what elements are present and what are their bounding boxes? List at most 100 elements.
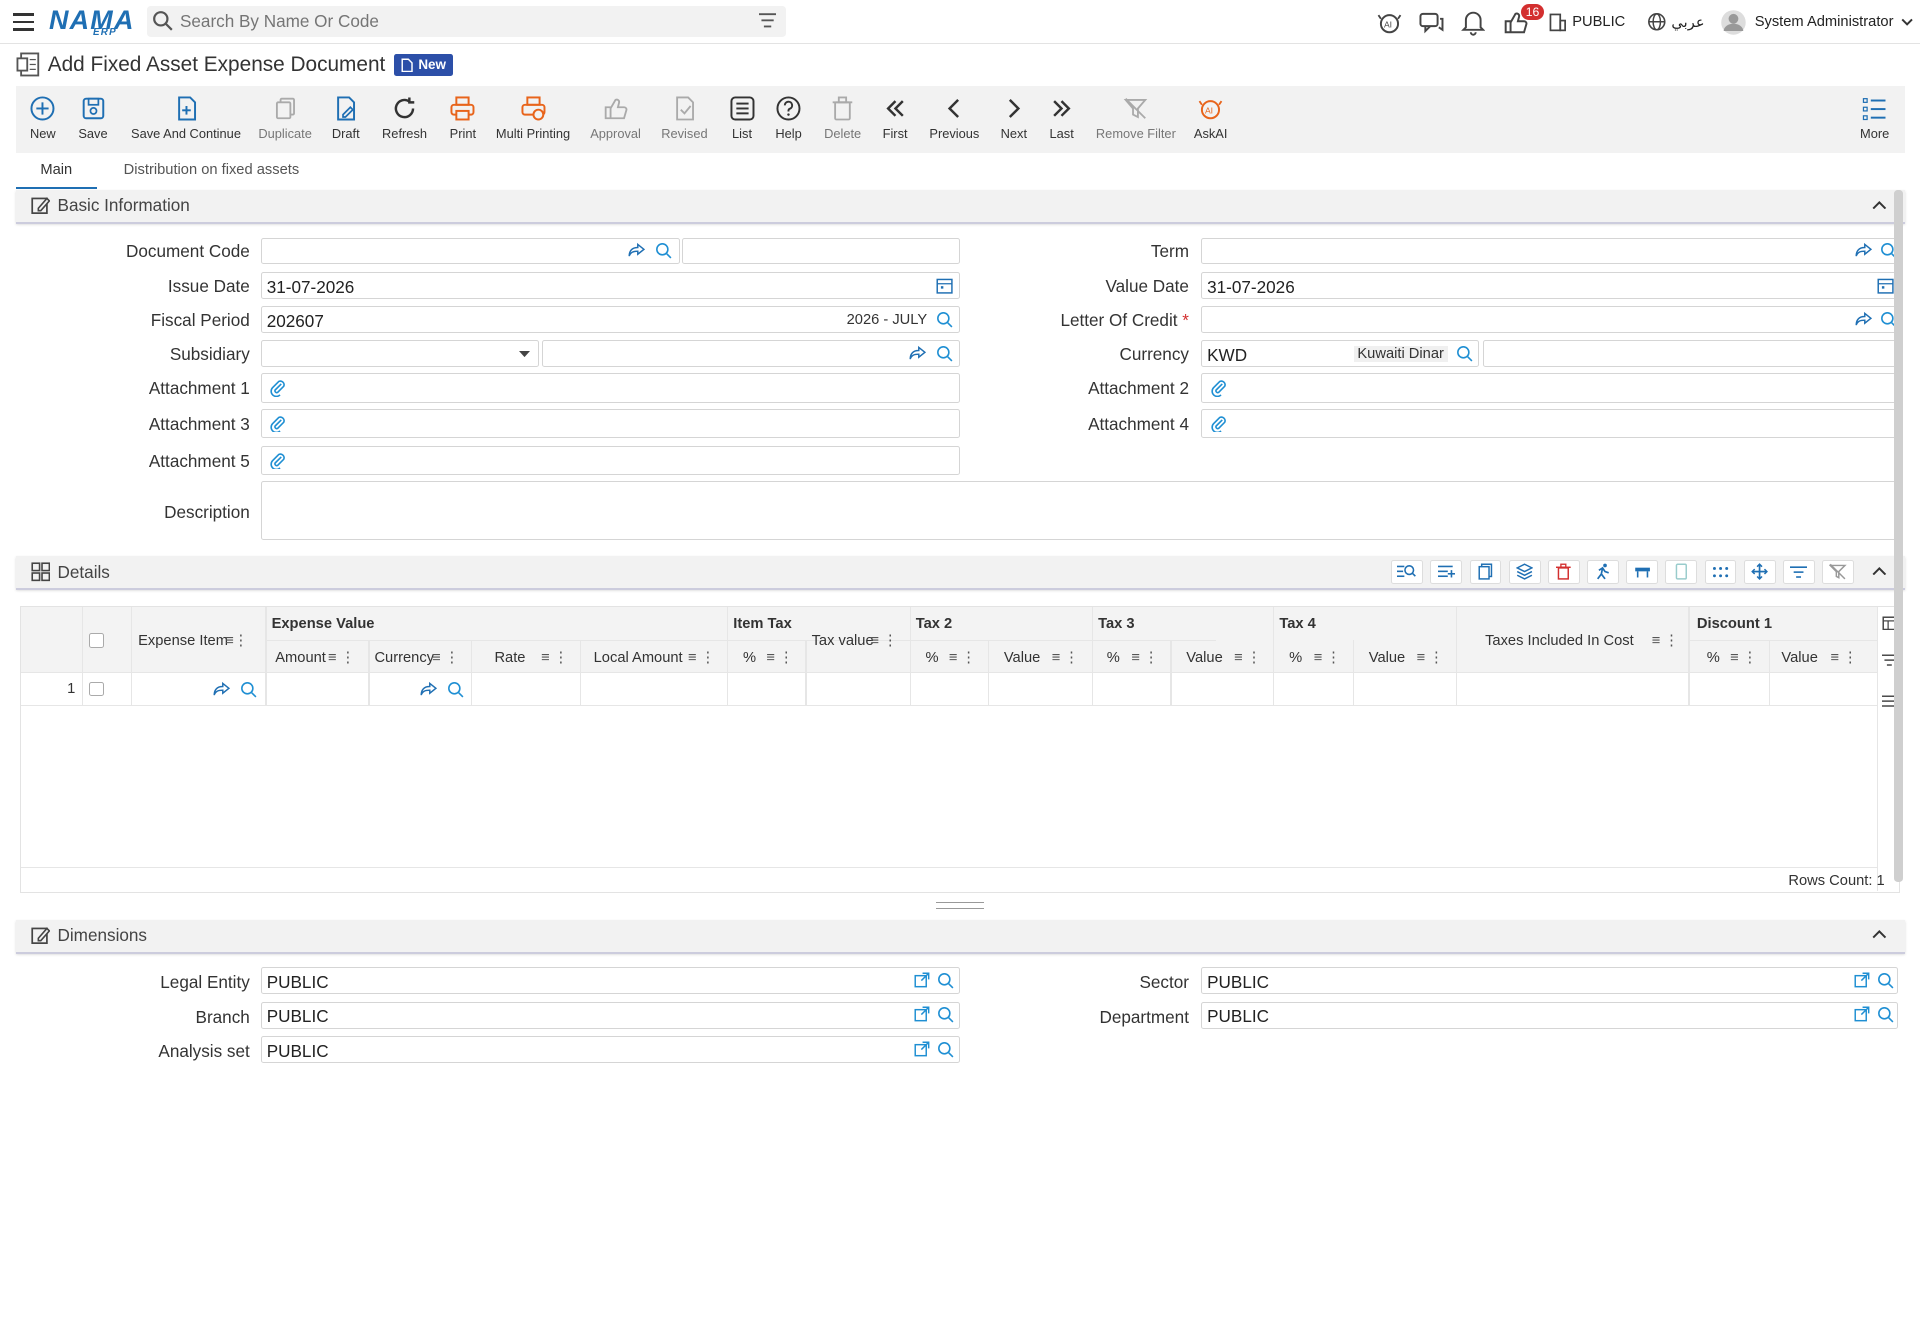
sector-input[interactable]: PUBLIC [1201,967,1898,995]
filter-icon[interactable]: ≡ ⋮ [1417,649,1444,666]
dots-grid-button[interactable] [1704,559,1737,585]
lookup-icon[interactable] [240,681,257,698]
company-selector[interactable]: PUBLIC [1548,0,1625,44]
letter-of-credit-input[interactable] [1201,306,1898,334]
approval-button[interactable]: Approval [590,95,641,141]
subsidiary-desc-input[interactable] [542,340,960,368]
draft-button[interactable]: Draft [332,95,360,141]
move-button[interactable] [1743,559,1776,585]
language-switch[interactable]: عربي [1647,0,1705,44]
print-button[interactable]: Print [449,95,476,141]
last-button[interactable]: Last [1048,95,1075,141]
details-header[interactable]: Details [15,555,1906,591]
basic-information-header[interactable]: Basic Information [15,189,1906,225]
currency-input[interactable]: KWD Kuwaiti Dinar [1201,340,1480,368]
next-button[interactable]: Next [1000,95,1027,141]
chevron-up-icon[interactable] [1872,200,1887,210]
delete-row-button[interactable] [1547,559,1580,585]
share-icon[interactable] [1855,311,1873,328]
chevron-up-icon[interactable] [1872,566,1887,576]
filter-icon[interactable] [759,13,777,28]
chat-icon[interactable] [1418,0,1445,44]
col-item-tax-pct[interactable]: % [743,650,756,666]
resize-handle[interactable] [935,902,985,909]
askai-button[interactable]: AI AskAI [1194,95,1227,141]
expand-columns-button[interactable] [1665,559,1698,585]
run-button[interactable] [1587,559,1619,585]
share-icon[interactable] [909,345,926,362]
document-code-input[interactable] [260,237,680,265]
description-textarea[interactable] [260,481,1898,540]
help-button[interactable]: Help [775,95,802,141]
lookup-icon[interactable] [1877,1006,1894,1023]
external-link-icon[interactable] [1854,1006,1870,1022]
legal-entity-input[interactable]: PUBLIC [260,967,960,995]
tab-main[interactable]: Main [15,157,97,189]
select-all-checkbox[interactable] [89,632,104,648]
filter-icon[interactable]: ≡ ⋮ [688,649,715,666]
paperclip-icon[interactable] [1210,415,1227,432]
attachment-1-input[interactable] [260,373,960,403]
col-tax2-value[interactable]: Value [1004,650,1040,666]
filter-icon[interactable]: ≡ ⋮ [766,649,793,666]
share-icon[interactable] [628,242,646,259]
row-checkbox[interactable] [89,681,104,697]
analysis-set-input[interactable]: PUBLIC [260,1035,960,1063]
col-tax3-value[interactable]: Value [1186,650,1222,666]
calendar-icon[interactable] [1877,277,1895,294]
branch-input[interactable]: PUBLIC [260,1001,960,1029]
col-tax3-pct[interactable]: % [1107,650,1120,666]
scrollbar[interactable] [1894,189,1903,882]
dimensions-header[interactable]: Dimensions [15,919,1906,954]
more-button[interactable]: More [1860,95,1889,141]
paperclip-icon[interactable] [269,452,286,469]
lookup-icon[interactable] [655,242,672,259]
filter-grid-button[interactable] [1782,559,1815,585]
remove-filter-button[interactable]: Remove Filter [1096,95,1176,141]
clear-filter-button[interactable] [1822,559,1854,585]
col-expense-item[interactable]: Expense Item [138,633,228,649]
lookup-icon[interactable] [937,1041,954,1058]
copy-row-button[interactable] [1469,559,1502,585]
filter-icon[interactable]: ≡ ⋮ [541,649,568,666]
filter-icon[interactable]: ≡ ⋮ [1052,649,1079,666]
filter-icon[interactable]: ≡ ⋮ [1234,649,1261,666]
external-link-icon[interactable] [914,1006,930,1022]
col-currency[interactable]: Currency [374,650,434,666]
col-amount[interactable]: Amount [275,650,326,666]
attachment-4-input[interactable] [1201,408,1898,439]
lookup-icon[interactable] [447,681,464,698]
filter-icon[interactable]: ≡ ⋮ [328,649,355,666]
save-button[interactable]: Save [78,95,108,141]
col-discount1-pct[interactable]: % [1707,650,1720,666]
share-icon[interactable] [1855,242,1873,259]
previous-button[interactable]: Previous [929,95,979,141]
multi-printing-button[interactable]: Multi Printing [496,95,570,141]
table-row[interactable]: 1 [21,673,1877,705]
filter-icon[interactable]: ≡⋮ [225,632,248,649]
term-input[interactable] [1201,237,1898,265]
col-tax2-pct[interactable]: % [925,650,938,666]
issue-date-input[interactable]: 31-07-2026 [260,271,960,299]
value-date-input[interactable]: 31-07-2026 [1201,271,1898,299]
table-button[interactable] [1626,559,1659,585]
department-input[interactable]: PUBLIC [1201,1001,1898,1029]
filter-icon[interactable]: ≡ ⋮ [1131,649,1158,666]
lookup-icon[interactable] [1456,345,1473,362]
filter-icon[interactable]: ≡ ⋮ [432,649,459,666]
attachment-2-input[interactable] [1201,373,1898,403]
chevron-up-icon[interactable] [1872,929,1887,939]
fiscal-period-input[interactable]: 202607 2026 - JULY [260,306,960,334]
ai-assistant-icon[interactable]: AI [1376,0,1403,44]
attachment-5-input[interactable] [260,445,960,476]
lookup-icon[interactable] [1877,972,1894,989]
filter-icon[interactable]: ≡ ⋮ [870,632,897,649]
app-logo[interactable]: NAMA ERP [49,5,135,38]
col-taxes-included[interactable]: Taxes Included In Cost [1485,633,1634,649]
add-row-button[interactable] [1430,559,1463,585]
search-input[interactable] [179,10,744,32]
external-link-icon[interactable] [914,1041,930,1057]
filter-icon[interactable]: ≡ ⋮ [1730,649,1757,666]
col-local-amount[interactable]: Local Amount [594,650,683,666]
paperclip-icon[interactable] [269,415,286,432]
